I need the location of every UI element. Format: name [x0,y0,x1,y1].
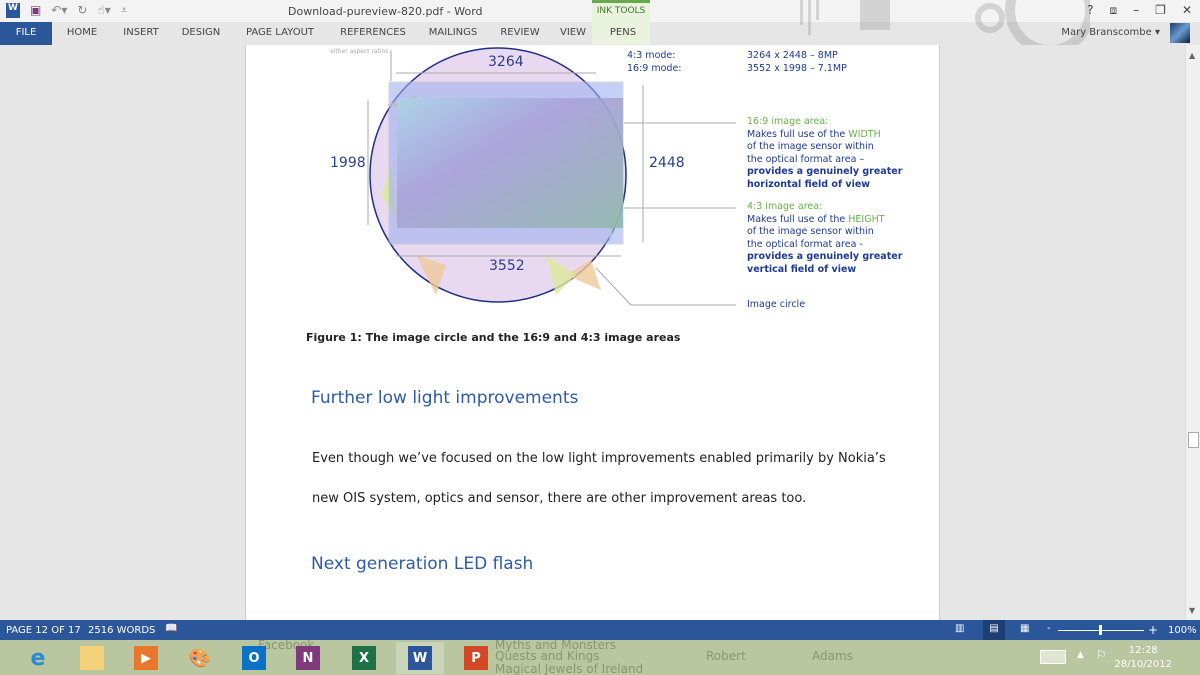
restore-icon[interactable]: ❐ [1155,3,1166,18]
dim-right: 2448 [649,155,685,171]
avatar[interactable] [1170,23,1190,43]
document-page[interactable]: either aspect ratios 3264 3552 1998 2448… [245,45,940,620]
zoom-out-button[interactable]: - [1047,623,1051,634]
scroll-thumb[interactable] [1188,432,1199,448]
outlook-icon: O [242,646,266,670]
internet-explorer-icon: e [30,645,46,671]
tab-pens[interactable]: PENS [594,22,652,45]
ribbon-display-icon[interactable]: ⧈ [1110,3,1118,18]
paragraph-line: Even though we’ve focused on the low lig… [312,451,886,466]
media-player-icon: ▶ [134,646,158,670]
paint-icon: 🎨 [188,647,212,669]
background-text: Robert [706,649,746,663]
read-mode-icon[interactable]: ▥ [955,623,964,634]
area-4-3-note: 4:3 image area: Makes full use of the HE… [747,201,903,275]
document-area: either aspect ratios 3264 3552 1998 2448… [0,45,1185,620]
help-icon[interactable]: ? [1087,3,1093,18]
paragraph-line: new OIS system, optics and sensor, there… [312,491,807,506]
folder-icon [80,646,104,670]
taskbar-excel[interactable]: X [340,642,388,674]
page-count[interactable]: PAGE 12 OF 17 [6,625,81,636]
word-icon: W [408,646,432,670]
keyboard-icon[interactable] [1040,650,1066,664]
tab-file[interactable]: FILE [0,22,52,45]
taskbar-media-player[interactable]: ▶ [122,642,170,674]
action-center-flag-icon[interactable]: ⚐ [1096,648,1107,662]
taskbar-powerpoint[interactable]: P [452,642,500,674]
onenote-icon: N [296,646,320,670]
tab-insert[interactable]: INSERT [112,22,170,45]
mode-labels: 4:3 mode: 16:9 mode: [627,50,682,74]
area-16-9-note: 16:9 image area: Makes full use of the W… [747,116,903,190]
taskbar-internet-explorer[interactable]: e [14,642,62,674]
web-layout-icon[interactable]: ▦ [1020,623,1029,634]
taskbar-onenote[interactable]: N [284,642,332,674]
dim-bottom: 3552 [489,258,525,274]
figure-caption: Figure 1: The image circle and the 16:9 … [306,331,681,344]
dim-left: 1998 [330,155,366,171]
window-title: Download-pureview-820.pdf - Word [288,5,483,18]
minimize-icon[interactable]: – [1133,3,1139,18]
word-count[interactable]: 2516 WORDS [88,625,155,636]
tab-design[interactable]: DESIGN [170,22,232,45]
quick-access-toolbar: W ▣ ↶▾ ↻ ☝▾ ⩡ [6,3,128,18]
powerpoint-icon: P [464,646,488,670]
background-text: Magical Jewels of Ireland [495,662,644,675]
show-hidden-icons[interactable]: ▲ [1077,650,1084,660]
tab-home[interactable]: HOME [52,22,112,45]
excel-icon: X [352,646,376,670]
background-text: Quests and Kings [495,649,600,663]
window-controls: ? ⧈ – ❐ ✕ [1087,3,1192,18]
taskbar: Facebook Myths and Monsters Quests and K… [0,640,1200,675]
tab-view[interactable]: VIEW [552,22,594,45]
image-circle-label: Image circle [747,299,806,310]
word-app-icon[interactable]: W [6,3,20,18]
scroll-down-icon[interactable]: ▼ [1189,606,1195,615]
tab-page-layout[interactable]: PAGE LAYOUT [232,22,328,45]
taskbar-file-explorer[interactable] [68,642,116,674]
clock[interactable]: 12:28 28/10/2012 [1114,644,1172,672]
close-icon[interactable]: ✕ [1182,3,1192,18]
ribbon-tabs: FILE HOME INSERT DESIGN PAGE LAYOUT REFE… [0,22,1200,45]
background-text: Adams [812,649,853,663]
user-account[interactable]: Mary Branscombe ▾ [1061,27,1160,38]
zoom-slider-thumb[interactable] [1099,625,1102,635]
taskbar-outlook[interactable]: O [230,642,278,674]
zoom-level[interactable]: 100% [1168,625,1197,636]
dim-top: 3264 [488,54,524,70]
proofing-icon[interactable]: 📖 [165,623,177,634]
heading-led-flash: Next generation LED flash [311,554,534,574]
corner-note: either aspect ratios [330,48,389,55]
taskbar-paint[interactable]: 🎨 [176,642,224,674]
user-name: Mary Branscombe [1061,27,1152,38]
customize-qat-icon[interactable]: ⩡ [121,3,128,18]
redo-icon[interactable]: ↻ [77,3,87,18]
tab-review[interactable]: REVIEW [488,22,552,45]
status-bar: PAGE 12 OF 17 2516 WORDS 📖 ▥ ▤ ▦ - + 100… [0,620,1200,640]
heading-low-light: Further low light improvements [311,388,579,408]
tab-mailings[interactable]: MAILINGS [418,22,488,45]
save-icon[interactable]: ▣ [30,3,41,18]
taskbar-word[interactable]: W [396,642,444,674]
zoom-in-button[interactable]: + [1148,623,1158,637]
mode-values: 3264 x 2448 – 8MP 3552 x 1998 – 7.1MP [747,50,847,74]
vertical-scrollbar[interactable]: ▲ ▼ [1185,45,1200,620]
scroll-up-icon[interactable]: ▲ [1189,51,1195,60]
16-9-image-area [397,98,623,228]
tab-references[interactable]: REFERENCES [328,22,418,45]
print-layout-icon[interactable]: ▤ [983,620,1005,640]
touch-mode-icon[interactable]: ☝▾ [97,3,110,18]
undo-icon[interactable]: ↶▾ [51,3,67,18]
